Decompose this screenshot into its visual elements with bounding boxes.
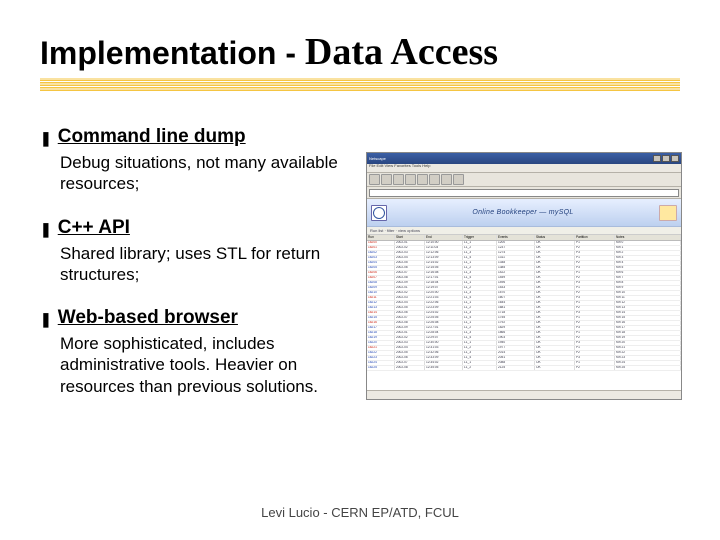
item-heading: ❚ Web-based browser — [40, 307, 340, 331]
toolbar-icon — [405, 174, 416, 185]
col-head: End — [425, 235, 463, 239]
bullet-icon: ❚ — [40, 126, 52, 150]
item-desc: Shared library; uses STL for return stru… — [40, 243, 340, 286]
slide: Implementation - Data Access ❚ Command l… — [0, 0, 720, 540]
mock-table-body: 182002002-0112:10:00L1_11200OKP1run 0182… — [367, 241, 681, 371]
toolbar-icon — [393, 174, 404, 185]
item-desc: More sophisticated, includes administrat… — [40, 333, 340, 397]
minimize-icon — [653, 155, 661, 162]
mock-address-input — [369, 189, 679, 197]
mock-statusbar — [367, 390, 681, 399]
mock-logo-icon — [371, 205, 387, 221]
screenshot-placeholder: Netscape File Edit View Favorites Tools … — [366, 126, 682, 419]
item-desc: Debug situations, not many available res… — [40, 152, 340, 195]
item-heading: ❚ C++ API — [40, 217, 340, 241]
item-head-text: C++ API — [58, 217, 130, 239]
toolbar-icon — [453, 174, 464, 185]
list-item: ❚ Command line dump Debug situations, no… — [40, 126, 340, 195]
table-row: 182252002-0812:35:05L1_22125OKP2run 25 — [367, 366, 681, 371]
list-item: ❚ C++ API Shared library; uses STL for r… — [40, 217, 340, 286]
mock-table: Run Start End Trigger Events Status Part… — [367, 235, 681, 390]
mock-browser-window: Netscape File Edit View Favorites Tools … — [366, 152, 682, 400]
col-head: Trigger — [463, 235, 497, 239]
mock-app-header: Online Bookkeeper — mySQL — [367, 199, 681, 227]
item-heading: ❚ Command line dump — [40, 126, 340, 150]
bullet-list: ❚ Command line dump Debug situations, no… — [40, 126, 340, 419]
title-part2: Data Access — [305, 31, 498, 73]
toolbar-icon — [381, 174, 392, 185]
content-row: ❚ Command line dump Debug situations, no… — [40, 126, 680, 419]
col-head: Run — [367, 235, 395, 239]
slide-title: Implementation - Data Access — [40, 30, 680, 74]
toolbar-icon — [429, 174, 440, 185]
mock-window-title: Netscape — [369, 157, 386, 161]
close-icon — [671, 155, 679, 162]
toolbar-icon — [369, 174, 380, 185]
item-head-text: Web-based browser — [58, 307, 238, 329]
title-underline — [40, 78, 680, 92]
col-head: Notes — [615, 235, 681, 239]
mock-menubar: File Edit View Favorites Tools Help — [367, 164, 681, 173]
toolbar-icon — [417, 174, 428, 185]
toolbar-icon — [441, 174, 452, 185]
item-head-text: Command line dump — [58, 126, 246, 148]
mock-app-title: Online Bookkeeper — mySQL — [387, 209, 659, 216]
maximize-icon — [662, 155, 670, 162]
mock-badge-icon — [659, 205, 677, 221]
mock-page: Online Bookkeeper — mySQL Run list · fil… — [367, 199, 681, 390]
bullet-icon: ❚ — [40, 217, 52, 241]
bullet-icon: ❚ — [40, 307, 52, 331]
col-head: Start — [395, 235, 425, 239]
col-head: Events — [497, 235, 535, 239]
title-part1: Implementation - — [40, 35, 305, 71]
col-head: Status — [535, 235, 575, 239]
col-head: Partition — [575, 235, 615, 239]
mock-window-buttons — [653, 155, 679, 162]
slide-footer: Levi Lucio - CERN EP/ATD, FCUL — [0, 505, 720, 520]
mock-addressbar — [367, 187, 681, 199]
list-item: ❚ Web-based browser More sophisticated, … — [40, 307, 340, 397]
mock-subheader: Run list · filter · view options — [367, 227, 681, 235]
mock-toolbar — [367, 173, 681, 187]
